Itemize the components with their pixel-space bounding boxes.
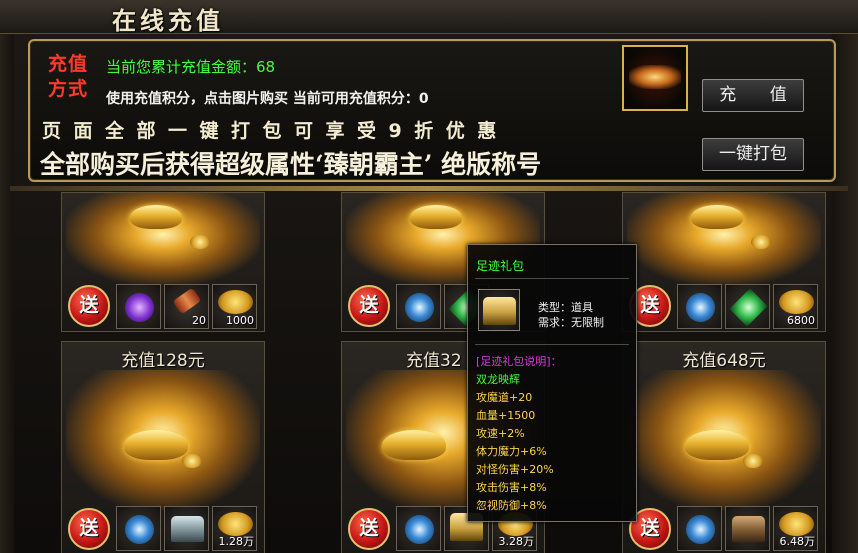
tooltip-stat: 血量+1500 [476, 409, 536, 422]
recharge-method-label: 充值 方式 [42, 52, 94, 102]
item-slot[interactable]: 6800 [773, 284, 818, 329]
purple-gem-icon [125, 293, 154, 322]
package-card-top-1: 送 20 1000 [61, 192, 265, 332]
tooltip-stat: 体力魔力+6% [476, 445, 547, 458]
title-reward-text: 全部购买后获得超级属性‘臻朝霸主’ 绝版称号 [40, 150, 542, 179]
silver-chest-icon [171, 516, 204, 542]
tooltip-info: 类型：道具 需求：无限制 [538, 300, 604, 330]
tooltip-desc-header: [足迹礼包说明]： [476, 355, 562, 368]
package-card-128: 充值128元 送 1.28万 [61, 341, 265, 553]
tooltip-type: 类型：道具 [538, 301, 593, 314]
blue-orb-icon [686, 515, 715, 544]
item-slot[interactable] [677, 506, 722, 551]
package-title: 充值648元 [682, 351, 766, 371]
item-tooltip: 足迹礼包 类型：道具 需求：无限制 [足迹礼包说明]： 双龙映辉 攻魔道+20 … [467, 244, 637, 522]
gold-coin-icon [182, 454, 202, 468]
item-slot[interactable] [396, 506, 441, 551]
blue-orb-icon [405, 515, 434, 544]
info-panel: 充值 方式 当前您累计充值金额：68 使用充值积分，点击图片购买 当前可用充值积… [28, 39, 836, 182]
tooltip-stat: 攻击伤害+8% [476, 481, 547, 494]
title-badge-icon [629, 65, 681, 89]
left-frame [0, 34, 14, 553]
tooltip-stat: 攻速+2% [476, 427, 525, 440]
blue-orb-icon [125, 515, 154, 544]
gold-chest-icon [483, 297, 516, 325]
method-label-line2: 方式 [47, 78, 88, 100]
item-amount: 3.28万 [498, 535, 535, 548]
tooltip-stat: 对怪伤害+20% [476, 463, 554, 476]
gift-badge: 送 [68, 508, 110, 550]
tooltip-stat: 忽视防御+8% [476, 499, 547, 512]
gold-pile-icon [218, 290, 253, 314]
item-slot[interactable]: 1.28万 [212, 506, 257, 551]
gold-ingot-icon [410, 205, 462, 229]
tooltip-requirement: 需求：无限制 [538, 316, 604, 329]
tooltip-title: 足迹礼包 [476, 259, 525, 273]
recharge-button[interactable]: 充 值 [702, 79, 804, 112]
gold-ingot-icon [691, 205, 743, 229]
item-slot[interactable] [116, 506, 161, 551]
item-amount: 1.28万 [218, 535, 255, 548]
blue-orb-icon [686, 293, 715, 322]
item-slot[interactable] [116, 284, 161, 329]
points-text: 使用充值积分，点击图片购买 当前可用充值积分：0 [106, 91, 429, 107]
gold-ingot-icon [130, 205, 182, 229]
tooltip-stats: 攻魔道+20 血量+1500 攻速+2% 体力魔力+6% 对怪伤害+20% 攻击… [476, 389, 554, 515]
total-recharge-text: 当前您累计充值金额：68 [106, 58, 276, 76]
package-title: 充值128元 [121, 351, 205, 371]
divider [10, 186, 848, 191]
item-slot[interactable] [725, 284, 770, 329]
gift-badge: 送 [348, 508, 390, 550]
gold-ingot-icon [124, 430, 188, 460]
recharge-window: 在线充值 充值 方式 当前您累计充值金额：68 使用充值积分，点击图片购买 当前… [0, 0, 858, 553]
gold-coin-icon [751, 235, 771, 249]
red-scroll-icon [172, 287, 202, 315]
item-slot[interactable] [164, 506, 209, 551]
brown-chest-icon [732, 516, 765, 542]
item-amount: 6.48万 [779, 535, 816, 548]
item-slot[interactable] [677, 284, 722, 329]
gift-badge: 送 [348, 285, 390, 327]
item-amount: 20 [192, 314, 206, 327]
package-card-top-3: 送 6800 [622, 192, 826, 332]
gold-pile-icon [779, 290, 814, 314]
gift-badge: 送 [68, 285, 110, 327]
tooltip-item-slot [478, 289, 520, 331]
one-click-pack-button[interactable]: 一键打包 [702, 138, 804, 171]
discount-text: 页面全部一键打包可享受9折优惠 [42, 120, 509, 142]
gold-coin-icon [743, 454, 763, 468]
gold-ingot-icon [382, 430, 446, 460]
item-slot[interactable]: 1000 [212, 284, 257, 329]
item-slot[interactable]: 6.48万 [773, 506, 818, 551]
tooltip-stat: 攻魔道+20 [476, 391, 533, 404]
blue-orb-icon [405, 293, 434, 322]
package-card-648: 充值648元 送 6.48万 [622, 341, 826, 553]
title-prize-slot[interactable] [622, 45, 688, 111]
method-label-line1: 充值 [47, 53, 88, 75]
item-slot[interactable] [396, 284, 441, 329]
tooltip-divider [475, 278, 629, 279]
green-crystal-icon [729, 288, 768, 327]
gold-ingot-icon [685, 430, 749, 460]
window-title: 在线充值 [112, 6, 224, 35]
tooltip-divider [475, 344, 629, 345]
title-bar: 在线充值 [0, 0, 858, 35]
item-slot[interactable]: 20 [164, 284, 209, 329]
tooltip-set-name: 双龙映辉 [476, 373, 520, 386]
gold-coin-icon [190, 235, 210, 249]
item-amount: 1000 [226, 314, 254, 327]
item-amount: 6800 [787, 314, 815, 327]
item-slot[interactable] [725, 506, 770, 551]
